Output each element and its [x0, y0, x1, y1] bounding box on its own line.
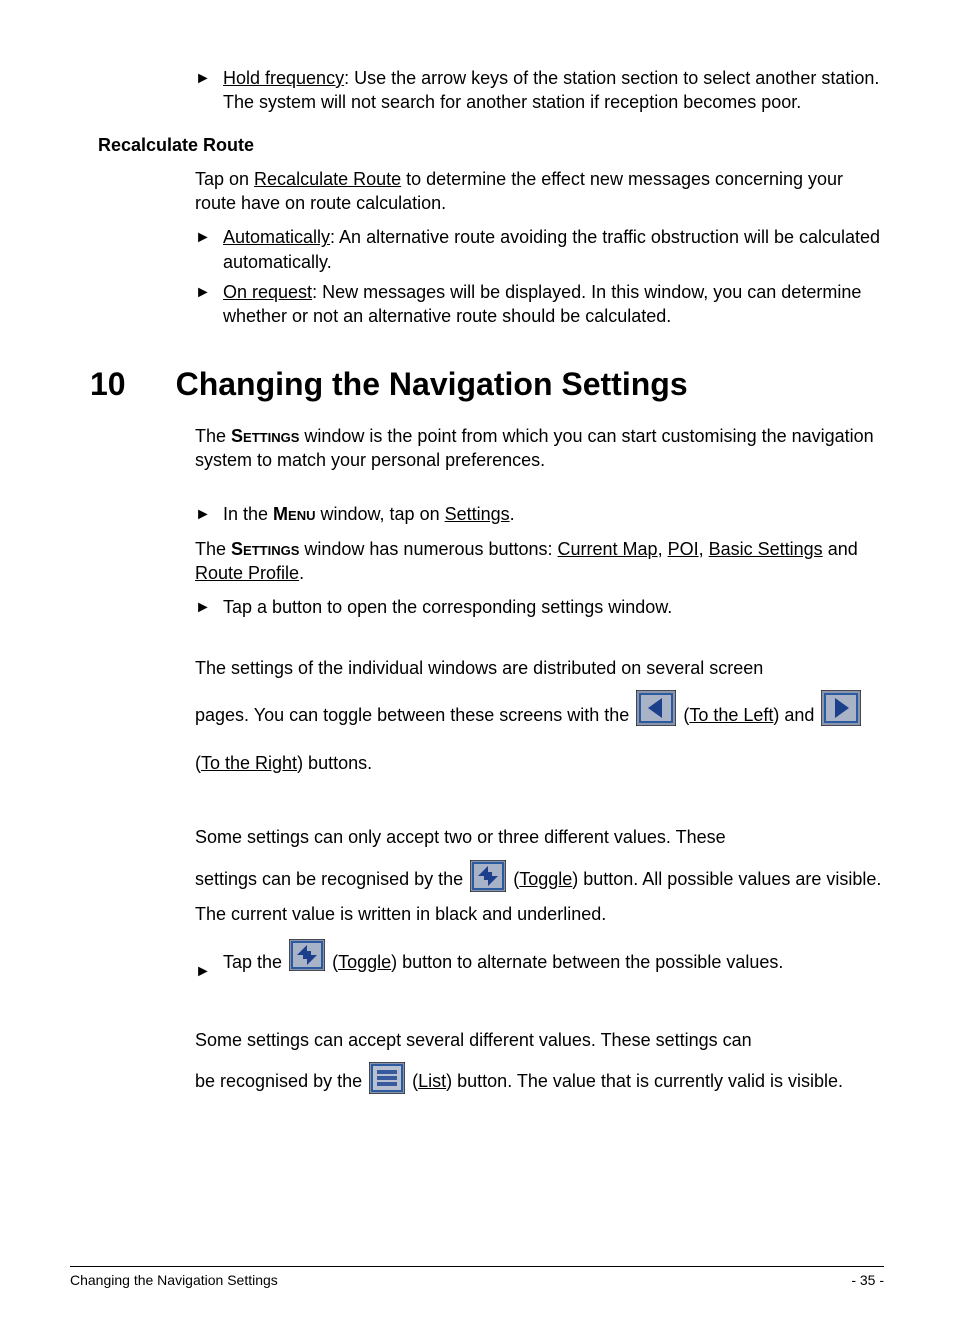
- bullet-arrow: ►: [195, 225, 223, 274]
- bullet-arrow: ►: [195, 280, 223, 329]
- toggle-link: Toggle: [519, 869, 572, 889]
- settings-intro: The Settings window is the point from wh…: [195, 424, 884, 473]
- section-title: Changing the Navigation Settings: [176, 363, 688, 406]
- to-the-right-link: To the Right: [201, 753, 297, 773]
- bullet-arrow: ►: [195, 66, 223, 115]
- route-profile-link: Route Profile: [195, 563, 299, 583]
- auto-text: Automatically: An alternative route avoi…: [223, 225, 884, 274]
- basic-settings-link: Basic Settings: [709, 539, 823, 559]
- list-text-1: Some settings can accept several differe…: [195, 1028, 884, 1052]
- bullet-arrow: ►: [195, 502, 223, 526]
- recalc-intro: Tap on Recalculate Route to determine th…: [195, 167, 884, 216]
- toggle-link-2: Toggle: [338, 952, 391, 972]
- current-map-link: Current Map: [558, 539, 658, 559]
- recalculate-route-heading: Recalculate Route: [98, 133, 884, 157]
- list-icon: [369, 1062, 405, 1103]
- automatically-label: Automatically: [223, 227, 330, 247]
- settings-link: Settings: [445, 504, 510, 524]
- settings-smallcaps: Settings: [231, 426, 299, 446]
- list-link: List: [418, 1071, 446, 1091]
- section-number: 10: [90, 363, 126, 406]
- recalc-route-link: Recalculate Route: [254, 169, 401, 189]
- toggle-icon: [470, 860, 506, 901]
- hold-frequency-text: Hold frequency: Use the arrow keys of th…: [223, 66, 884, 115]
- toggle-icon: [289, 939, 325, 987]
- pages-text-2: pages. You can toggle between these scre…: [195, 690, 884, 785]
- on-request-label: On request: [223, 282, 312, 302]
- poi-link: POI: [668, 539, 699, 559]
- pages-text-1: The settings of the individual windows a…: [195, 656, 884, 680]
- page-footer: Changing the Navigation Settings - 35 -: [70, 1266, 884, 1290]
- menu-smallcaps: Menu: [273, 504, 315, 524]
- to-the-left-link: To the Left: [689, 705, 773, 725]
- footer-left: Changing the Navigation Settings: [70, 1271, 278, 1290]
- tap-button-text: Tap a button to open the corresponding s…: [223, 595, 884, 619]
- tap-toggle-text: Tap the (Toggle) button to alternate bet…: [223, 939, 884, 991]
- menu-tap-settings: In the Menu window, tap on Settings.: [223, 502, 884, 526]
- to-the-left-icon: [636, 690, 676, 742]
- list-text-2: be recognised by the (List) button. The …: [195, 1062, 884, 1103]
- toggle-text-1: Some settings can only accept two or thr…: [195, 825, 884, 849]
- settings-buttons-text: The Settings window has numerous buttons…: [195, 537, 884, 586]
- hold-frequency-label: Hold frequency: [223, 68, 344, 88]
- to-the-right-icon: [821, 690, 861, 742]
- toggle-text-2: settings can be recognised by the (Toggl…: [195, 860, 884, 930]
- bullet-arrow: ►: [195, 595, 223, 619]
- footer-page-number: - 35 -: [851, 1271, 884, 1290]
- onreq-text: On request: New messages will be display…: [223, 280, 884, 329]
- bullet-arrow: ►: [195, 939, 223, 991]
